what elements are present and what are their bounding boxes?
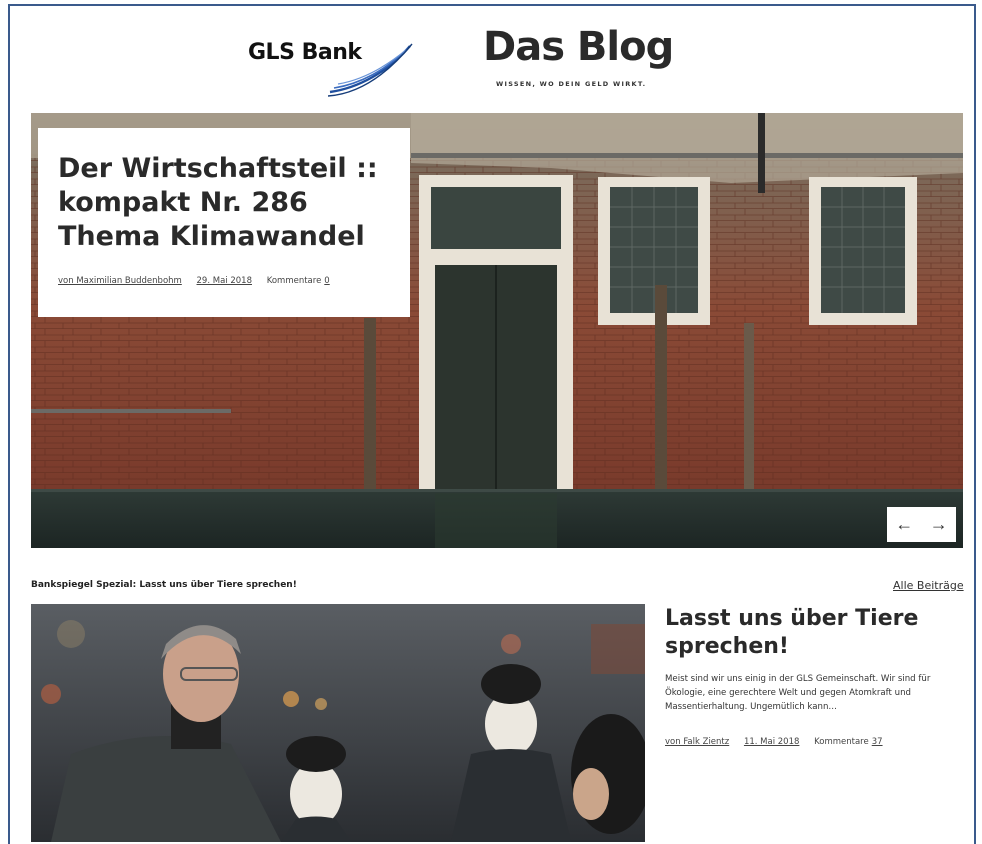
hero-comments-label: Kommentare (266, 276, 322, 286)
blog-title[interactable]: Das Blog (483, 24, 674, 70)
hero-slider-nav: ← → (887, 507, 956, 542)
hero-title[interactable]: Der Wirtschaftsteil :: kompakt Nr. 286 T… (58, 152, 390, 254)
feature-date-link[interactable]: 11. Mai 2018 (744, 737, 799, 747)
hero-card: Der Wirtschaftsteil :: kompakt Nr. 286 T… (38, 128, 410, 317)
gls-bank-logo[interactable]: GLS Bank (248, 38, 418, 98)
hero-comments-count[interactable]: 0 (324, 276, 329, 286)
feature-comments: Kommentare 37 (814, 737, 882, 747)
all-posts-link[interactable]: Alle Beiträge (893, 579, 964, 592)
blog-tagline: WISSEN, WO DEIN GELD WIRKT. (496, 80, 647, 88)
feature-comments-count[interactable]: 37 (872, 737, 883, 747)
prev-arrow-icon[interactable]: ← (895, 514, 913, 535)
section-label: Bankspiegel Spezial: Lasst uns über Tier… (31, 580, 297, 590)
next-arrow-icon[interactable]: → (930, 514, 948, 535)
feature-comments-label: Kommentare (814, 737, 869, 747)
swoosh-icon (328, 43, 413, 97)
hero-comments: Kommentare 0 (267, 276, 330, 286)
feature-photo (31, 604, 645, 842)
hero-meta: von Maximilian Buddenbohm 29. Mai 2018 K… (58, 276, 390, 286)
hero-date-link[interactable]: 29. Mai 2018 (197, 276, 252, 286)
hero-author-link[interactable]: von Maximilian Buddenbohm (58, 276, 182, 286)
feature-excerpt: Meist sind wir uns einig in der GLS Geme… (665, 674, 931, 712)
feature-image[interactable] (31, 604, 645, 842)
feature-title[interactable]: Lasst uns über Tiere sprechen! (665, 605, 965, 661)
feature-meta: von Falk Zientz 11. Mai 2018 Kommentare 3… (665, 737, 895, 747)
feature-author-link[interactable]: von Falk Zientz (665, 737, 729, 747)
